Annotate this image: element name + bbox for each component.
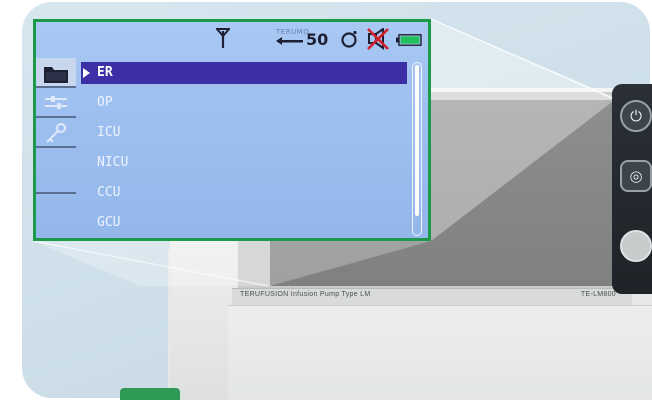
scrollbar-thumb[interactable] bbox=[415, 65, 419, 216]
key-icon bbox=[46, 123, 66, 143]
menu-icon-column bbox=[36, 58, 76, 238]
folder-tab[interactable] bbox=[36, 58, 76, 88]
ward-list-item-label: NICU bbox=[97, 155, 129, 170]
ward-list-item[interactable]: ICU bbox=[81, 122, 407, 144]
ward-list-item-label: OP bbox=[97, 95, 113, 110]
ward-list-item-label: CCU bbox=[97, 185, 121, 200]
empty-tab bbox=[36, 148, 76, 194]
flow-value: 50 bbox=[306, 30, 329, 49]
ward-list: ER OP ICU NICU CCU GCU bbox=[81, 62, 411, 238]
alarm-off-icon bbox=[367, 28, 389, 50]
scene: TERUFUSION Infusion Pump Type LM TE-LM80… bbox=[0, 0, 652, 400]
pressure-icon bbox=[341, 30, 357, 48]
ward-list-item-label: GCU bbox=[97, 215, 121, 230]
ward-list-item[interactable]: GCU bbox=[81, 212, 407, 234]
folder-icon bbox=[44, 67, 68, 83]
ward-list-item[interactable]: CCU bbox=[81, 182, 407, 204]
adjust-icon bbox=[45, 96, 67, 109]
battery-icon bbox=[396, 34, 422, 46]
ward-list-item-label: ICU bbox=[97, 125, 121, 140]
ward-list-item[interactable]: OP bbox=[81, 92, 407, 114]
adjust-tab[interactable] bbox=[36, 88, 76, 118]
list-scrollbar[interactable] bbox=[412, 62, 422, 236]
key-tab[interactable] bbox=[36, 118, 76, 148]
ward-list-item[interactable]: ER bbox=[81, 62, 407, 84]
empty-tab bbox=[36, 194, 76, 238]
zoomed-lcd-display: TERUMO 50 ER OP ICU NICU CCU GCU bbox=[33, 19, 431, 241]
flow-arrow-icon bbox=[276, 37, 303, 45]
ward-list-item-label: ER bbox=[97, 65, 113, 80]
status-bar: TERUMO 50 bbox=[36, 22, 428, 58]
selection-cursor-icon bbox=[83, 68, 90, 78]
antenna-icon bbox=[216, 28, 230, 48]
ward-list-item[interactable]: NICU bbox=[81, 152, 407, 174]
